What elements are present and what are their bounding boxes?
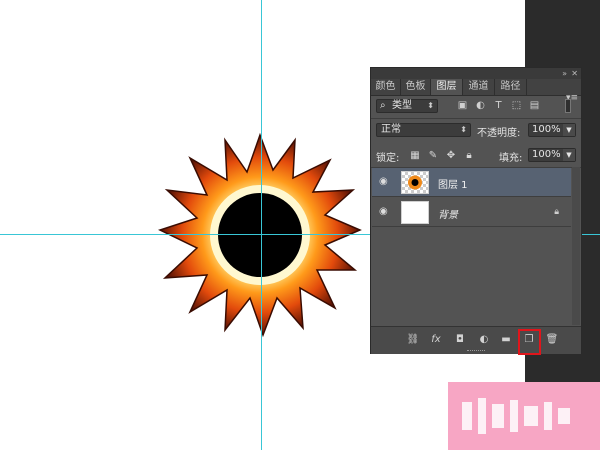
filter-kind-label: 类型 (392, 100, 412, 111)
filter-toggle[interactable] (565, 99, 571, 113)
blend-mode-value: 正常 (381, 124, 401, 135)
divider (371, 118, 581, 119)
panel-footer: ⛓ fx ◘ ◐ ▬ ❐ 🗑︎ (371, 326, 581, 355)
lock-row: 锁定: ▦ ✎ ✥ 🔒︎ 填充: 100% ▼ (371, 148, 581, 164)
lock-label: 锁定: (376, 153, 400, 164)
layer-name[interactable]: 背景 (438, 206, 458, 221)
scrollbar[interactable] (572, 167, 580, 325)
panel-tabs: 颜色 色板 图层 通道 路径 ▾≡ (371, 79, 581, 103)
search-icon: ⌕ (380, 100, 386, 111)
opacity-label: 不透明度: (477, 128, 521, 139)
lock-icon: 🔒︎ (554, 207, 559, 217)
layer-row-background[interactable]: ◉ 背景 🔒︎ (372, 198, 571, 227)
chevron-updown-icon: ⬍ (427, 101, 434, 110)
lock-brush-icon[interactable]: ✎ (427, 150, 439, 162)
layer-row-layer1[interactable]: ◉ 图层 1 (372, 168, 571, 197)
opacity-field[interactable]: 100% ▼ (528, 123, 576, 137)
fill-label: 填充: (499, 153, 523, 164)
fill-value: 100% (532, 149, 561, 160)
filter-kind-dropdown[interactable]: ⌕ 类型 ⬍ (376, 99, 438, 113)
add-mask-icon[interactable]: ◘ (453, 333, 467, 347)
resize-grip[interactable] (467, 350, 485, 353)
chevron-down-icon[interactable]: ▼ (563, 149, 575, 161)
pixel-filter-icon[interactable]: ▣ (457, 100, 468, 111)
adjustment-layer-icon[interactable]: ◐ (477, 333, 491, 347)
tab-layers[interactable]: 图层 (431, 79, 463, 95)
lock-all-icon[interactable]: 🔒︎ (463, 150, 475, 162)
layer-thumbnail (401, 201, 429, 224)
vertical-guide[interactable] (261, 0, 262, 450)
filter-row: ⌕ 类型 ⬍ ▣ ◐ T ⬚ ▤ (371, 97, 581, 117)
lock-transparent-icon[interactable]: ▦ (409, 150, 421, 162)
collapse-icon[interactable]: » (562, 68, 567, 79)
new-group-icon[interactable]: ▬ (499, 333, 513, 347)
chevron-down-icon[interactable]: ▼ (563, 124, 575, 136)
opacity-value: 100% (532, 124, 561, 135)
visibility-eye-icon[interactable]: ◉ (379, 207, 389, 217)
type-filter-icon[interactable]: T (493, 100, 504, 111)
tab-swatches[interactable]: 色板 (401, 79, 431, 95)
fx-icon[interactable]: fx (429, 333, 443, 347)
layer-thumbnail (401, 171, 429, 194)
eclipse-artwork (157, 132, 362, 338)
new-layer-highlight-box (518, 329, 541, 355)
tab-paths[interactable]: 路径 (495, 79, 527, 95)
visibility-eye-icon[interactable]: ◉ (379, 177, 389, 187)
layers-panel: » ✕ 颜色 色板 图层 通道 路径 ▾≡ ⌕ 类型 ⬍ ▣ ◐ T ⬚ ▤ 正… (370, 67, 582, 355)
fill-field[interactable]: 100% ▼ (528, 148, 576, 162)
blend-mode-dropdown[interactable]: 正常 ⬍ (376, 123, 471, 137)
adjustment-filter-icon[interactable]: ◐ (475, 100, 486, 111)
chevron-updown-icon: ⬍ (460, 125, 467, 134)
watermark (448, 382, 600, 450)
close-icon[interactable]: ✕ (571, 68, 578, 79)
link-layers-icon[interactable]: ⛓ (406, 333, 420, 347)
smart-object-filter-icon[interactable]: ▤ (529, 100, 540, 111)
panel-titlebar[interactable]: » ✕ (371, 68, 581, 79)
tab-color[interactable]: 颜色 (371, 79, 401, 95)
tab-channels[interactable]: 通道 (463, 79, 495, 95)
delete-layer-icon[interactable]: 🗑︎ (545, 333, 559, 347)
layer-name[interactable]: 图层 1 (438, 176, 468, 191)
blend-row: 正常 ⬍ 不透明度: 100% ▼ (371, 123, 581, 139)
shape-filter-icon[interactable]: ⬚ (511, 100, 522, 111)
lock-position-icon[interactable]: ✥ (445, 150, 457, 162)
watermark-logo (462, 398, 570, 434)
